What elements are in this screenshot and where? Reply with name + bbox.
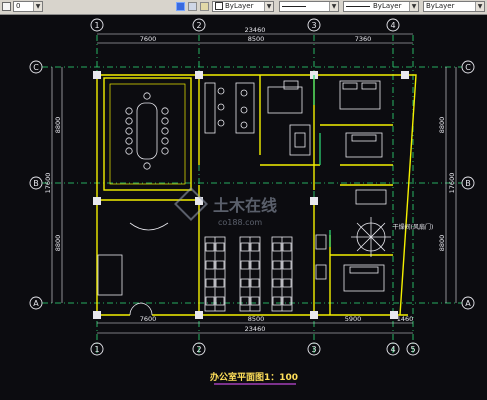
dim-top-seg-1: 7600 — [140, 35, 157, 43]
dim-top-total: 23460 — [245, 26, 266, 34]
doors — [313, 75, 331, 247]
chevron-down-icon[interactable]: ▼ — [409, 2, 418, 11]
workstations — [204, 236, 293, 312]
axis-label-top-3: 3 — [311, 21, 316, 30]
layer-dropdown-value: 0 — [16, 2, 21, 10]
dim-bottom-seg-1: 7600 — [140, 315, 157, 323]
plotstyle-dropdown-value: ByLayer — [426, 2, 455, 10]
toilet-1 — [315, 234, 327, 250]
dim-left-seg-2: 8800 — [54, 235, 62, 252]
axis-label-top-4: 4 — [390, 21, 395, 30]
room-label: 干燥间(风扇门) — [393, 223, 434, 231]
dim-left-total: 17600 — [44, 173, 52, 194]
axis-label-bottom-4: 4 — [390, 345, 395, 354]
bed-north — [339, 80, 381, 110]
meeting-table — [136, 102, 158, 160]
chevron-down-icon[interactable]: ▼ — [329, 2, 338, 11]
dim-right-total: 17600 — [448, 173, 456, 194]
axis-labels: 1 2 3 4 1 2 3 4 5 C B A C B A — [33, 21, 471, 354]
dim-top-seg-3: 7360 — [355, 35, 372, 43]
manager-chair — [283, 80, 299, 90]
dim-top-seg-2: 8500 — [248, 35, 265, 43]
axis-label-right-b: B — [465, 179, 471, 188]
desk-cluster-north — [204, 82, 255, 134]
dim-bottom-seg-3: 5900 — [345, 315, 362, 323]
watermark: 土木在线 co188.com — [174, 187, 277, 227]
linetype-dropdown[interactable]: ▼ — [279, 1, 339, 12]
drawing-title: 办公室平面图1：100 — [210, 371, 298, 383]
chevron-down-icon[interactable]: ▼ — [475, 2, 484, 11]
axis-label-top-2: 2 — [196, 21, 201, 30]
axis-label-left-c: C — [33, 63, 39, 72]
layer-properties-icon[interactable] — [176, 2, 185, 11]
round-table-chairs — [351, 217, 391, 257]
axis-label-bottom-3: 3 — [311, 345, 316, 354]
coffee-table — [294, 132, 306, 148]
axis-label-bottom-2: 2 — [196, 345, 201, 354]
wall-west — [96, 75, 130, 316]
axis-label-left-b: B — [33, 179, 39, 188]
color-swatch-icon — [215, 2, 223, 10]
meeting-chairs — [125, 92, 169, 170]
axis-label-top-1: 1 — [94, 21, 99, 30]
toilet-2 — [315, 264, 327, 280]
wall-meeting-room — [103, 77, 192, 191]
reception-sofa — [97, 254, 123, 296]
watermark-url: co188.com — [218, 218, 262, 227]
bed-middle — [345, 132, 383, 158]
axis-label-bottom-5: 5 — [410, 345, 415, 354]
reception-desk — [129, 222, 169, 231]
dim-bottom-seg-2: 8500 — [248, 315, 265, 323]
entrance-door-right — [139, 302, 153, 316]
make-current-icon[interactable] — [188, 2, 197, 11]
watermark-text: 土木在线 — [213, 196, 277, 215]
axis-label-right-a: A — [465, 299, 471, 308]
sofa — [289, 124, 311, 156]
lineweight-dropdown[interactable]: ByLayer ▼ — [343, 1, 419, 12]
manager-office-furniture — [267, 80, 311, 156]
manager-desk — [267, 86, 303, 114]
dim-left-seg-1: 8800 — [54, 117, 62, 134]
chevron-down-icon[interactable]: ▼ — [33, 2, 42, 11]
axis-label-left-a: A — [33, 299, 39, 308]
color-dropdown-value: ByLayer — [225, 2, 254, 10]
layer-previous-icon[interactable] — [200, 2, 209, 11]
axis-label-right-c: C — [465, 63, 471, 72]
wardrobe — [355, 189, 387, 205]
axis-label-bottom-1: 1 — [94, 345, 99, 354]
entrance-door-left — [129, 302, 143, 316]
layer-bulb-icon[interactable] — [2, 2, 11, 11]
lineweight-sample-icon — [346, 5, 370, 7]
color-dropdown[interactable]: ByLayer ▼ — [212, 1, 274, 12]
chevron-down-icon[interactable]: ▼ — [264, 2, 273, 11]
dim-bottom-total: 23460 — [245, 325, 266, 333]
dimension-lines — [51, 33, 457, 334]
layer-dropdown[interactable]: 0 ▼ — [13, 1, 43, 12]
dim-right-seg-1: 8800 — [438, 117, 446, 134]
dim-right-seg-2: 8800 — [438, 235, 446, 252]
dim-bottom-seg-4: 1460 — [397, 315, 414, 323]
linetype-sample-icon — [282, 5, 306, 7]
lineweight-dropdown-value: ByLayer — [373, 2, 402, 10]
wall-corridor — [340, 164, 393, 186]
plotstyle-dropdown[interactable]: ByLayer ▼ — [423, 1, 485, 12]
drawing-canvas[interactable]: 1 2 3 4 1 2 3 4 5 C B A C B A 23460 7600… — [0, 15, 487, 400]
cad-property-toolbar: 0 ▼ ByLayer ▼ ▼ ByLayer ▼ ByLayer ▼ — [0, 0, 487, 15]
wall-east — [399, 74, 417, 316]
